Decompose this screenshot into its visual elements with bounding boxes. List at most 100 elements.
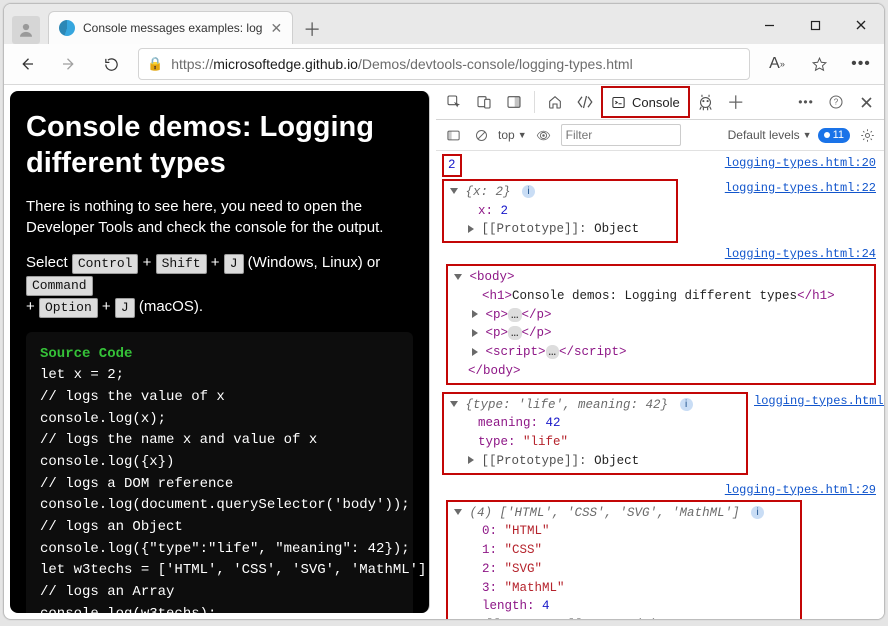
console-row: {x: 2} i x: 2 [[Prototype]]: Object logg… <box>442 178 876 244</box>
lock-icon: 🔒 <box>147 56 163 72</box>
page-body: Console demos: Logging different types T… <box>10 91 430 613</box>
code-line: console.log({x}) <box>40 452 399 474</box>
expand-icon[interactable] <box>468 456 474 464</box>
tab-close-icon[interactable]: ✕ <box>270 20 282 37</box>
page-title: Console demos: Logging different types <box>26 109 413 182</box>
console-settings-icon[interactable] <box>856 124 878 146</box>
expand-icon[interactable] <box>454 509 462 515</box>
forward-button[interactable] <box>54 49 84 79</box>
minimize-button[interactable] <box>746 6 792 44</box>
source-link[interactable]: logging-types.html:20 <box>725 154 876 172</box>
devtools-close-button[interactable] <box>852 88 880 116</box>
info-icon[interactable]: i <box>522 185 535 198</box>
expand-icon[interactable] <box>472 310 478 318</box>
clear-console-icon[interactable] <box>470 124 492 146</box>
person-icon <box>17 21 35 39</box>
context-select[interactable]: top ▼ <box>498 128 527 142</box>
code-line: let w3techs = ['HTML', 'CSS', 'SVG', 'Ma… <box>40 560 399 582</box>
devtools-menu-button[interactable]: ••• <box>792 88 820 116</box>
close-window-button[interactable] <box>838 6 884 44</box>
log-levels-select[interactable]: Default levels ▼ <box>728 128 812 142</box>
code-line: console.log(x); <box>40 409 399 431</box>
kbd-j2: J <box>115 298 135 318</box>
edge-favicon-icon <box>59 20 75 36</box>
info-icon[interactable]: i <box>751 506 764 519</box>
log-array[interactable]: (4) ['HTML', 'CSS', 'SVG', 'MathML'] i 0… <box>446 500 802 620</box>
expand-icon[interactable] <box>468 225 474 233</box>
info-icon[interactable]: i <box>680 398 693 411</box>
sources-tab-icon[interactable] <box>692 88 720 116</box>
console-row: logging-types.html:24 <box>442 244 876 264</box>
new-tab-button[interactable]: ＋ <box>297 14 327 44</box>
console-row: {type: 'life', meaning: 42} i meaning: 4… <box>442 391 876 476</box>
code-comment: // logs an Array <box>40 582 399 604</box>
code-comment: // logs the value of x <box>40 387 399 409</box>
kbd-control: Control <box>72 254 139 274</box>
log-object[interactable]: {x: 2} i x: 2 [[Prototype]]: Object <box>442 179 678 243</box>
titlebar: Console messages examples: log ✕ ＋ <box>4 4 884 44</box>
content-area: Console demos: Logging different types T… <box>4 85 884 619</box>
kbd-shift: Shift <box>156 254 207 274</box>
help-icon[interactable]: ? <box>822 88 850 116</box>
console-toolbar: top ▼ Default levels ▼ 11 <box>436 120 884 151</box>
inspect-element-icon[interactable] <box>440 88 468 116</box>
dock-side-icon[interactable] <box>500 88 528 116</box>
url-text: https://microsoftedge.github.io/Demos/de… <box>171 56 633 72</box>
issues-badge[interactable]: 11 <box>818 128 850 143</box>
browser-window: Console messages examples: log ✕ ＋ 🔒 htt… <box>3 3 885 620</box>
devtools-panel: Console ＋ ••• ? top ▼ Default levels ▼ 1… <box>436 85 884 619</box>
code-line: let x = 2; <box>40 365 399 387</box>
devtools-tabs: Console ＋ ••• ? <box>436 85 884 120</box>
console-output: 2 logging-types.html:20 {x: 2} i x: 2 [[… <box>436 151 884 619</box>
reader-button[interactable]: A» <box>762 49 792 79</box>
maximize-button[interactable] <box>792 6 838 44</box>
code-comment: // logs the name x and value of x <box>40 430 399 452</box>
expand-icon[interactable] <box>454 274 462 280</box>
live-expression-icon[interactable] <box>533 124 555 146</box>
source-link[interactable]: logging-types.html:29 <box>725 481 876 499</box>
expand-icon[interactable] <box>450 188 458 194</box>
expand-icon[interactable] <box>472 348 478 356</box>
code-line: console.log({"type":"life", "meaning": 4… <box>40 539 399 561</box>
source-link[interactable]: logging-types.html:22 <box>725 179 876 197</box>
source-link[interactable]: logging-types.html:24 <box>725 245 876 263</box>
console-row: logging-types.html:29 <box>442 480 876 500</box>
code-title: Source Code <box>40 344 399 366</box>
back-button[interactable] <box>12 49 42 79</box>
tab-title: Console messages examples: log <box>83 21 262 35</box>
code-comment: // logs an Object <box>40 517 399 539</box>
filter-input[interactable] <box>561 124 681 146</box>
browser-tab[interactable]: Console messages examples: log ✕ <box>48 11 293 44</box>
console-tab[interactable]: Console <box>601 86 690 118</box>
new-tab-icon[interactable]: ＋ <box>722 88 750 116</box>
console-tab-label: Console <box>632 95 680 110</box>
url-field[interactable]: 🔒 https://microsoftedge.github.io/Demos/… <box>138 48 750 80</box>
elements-tab-icon[interactable] <box>571 88 599 116</box>
profile-avatar[interactable] <box>12 16 40 44</box>
divider <box>534 91 535 113</box>
log-dom-node[interactable]: <body> <h1>Console demos: Logging differ… <box>446 264 876 385</box>
favorites-button[interactable] <box>804 49 834 79</box>
refresh-button[interactable] <box>96 49 126 79</box>
welcome-tab-icon[interactable] <box>541 88 569 116</box>
kbd-command: Command <box>26 276 93 296</box>
source-link[interactable]: logging-types.html:26 <box>754 392 884 410</box>
code-line: console.log(w3techs); <box>40 604 399 613</box>
console-row: 2 logging-types.html:20 <box>442 153 876 178</box>
log-value[interactable]: 2 <box>442 154 462 177</box>
code-comment: // logs a DOM reference <box>40 474 399 496</box>
expand-icon[interactable] <box>472 329 478 337</box>
browser-menu-button[interactable]: ••• <box>846 49 876 79</box>
toggle-sidebar-icon[interactable] <box>442 124 464 146</box>
expand-icon[interactable] <box>450 401 458 407</box>
log-object[interactable]: {type: 'life', meaning: 42} i meaning: 4… <box>442 392 748 475</box>
svg-text:?: ? <box>834 98 839 107</box>
code-line: console.log(document.querySelector('body… <box>40 495 399 517</box>
kbd-j: J <box>224 254 244 274</box>
shortcut-instructions: Select Control + Shift + J (Windows, Lin… <box>26 252 413 318</box>
device-toolbar-icon[interactable] <box>470 88 498 116</box>
console-icon <box>611 95 626 110</box>
kbd-option: Option <box>39 298 98 318</box>
page-paragraph: There is nothing to see here, you need t… <box>26 196 413 238</box>
source-code-box: Source Code let x = 2; // logs the value… <box>26 332 413 614</box>
